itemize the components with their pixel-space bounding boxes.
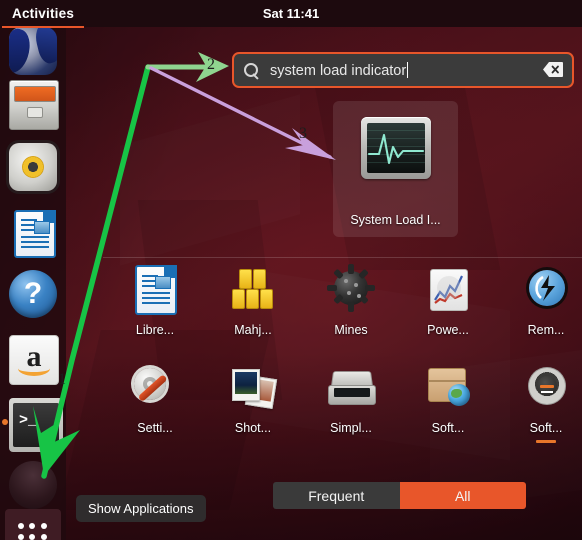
annotation-number-3: 3 [299,125,307,142]
text-cursor [407,61,409,78]
tab-frequent-label: Frequent [308,487,365,504]
dock-item-amazon[interactable]: a [9,335,59,385]
tab-frequent[interactable]: Frequent [273,482,400,509]
page-indicator[interactable] [536,440,556,443]
activities-button[interactable]: Activities [2,2,85,28]
power-statistics-icon [420,264,476,320]
app-item-software-center[interactable]: Soft... [404,362,492,435]
activities-underline [2,26,85,28]
mines-icon [323,264,379,320]
app-item-software-updater[interactable]: Soft... [502,362,582,443]
app-label: Mines [334,323,368,337]
search-input-value-wrap: system load indicator [270,61,409,79]
dock: ? a >_ [0,27,66,540]
view-toggle: Frequent All [273,482,526,509]
desktop-overview-screen: Activities Sat 11:41 ? a >_ Show Applica… [0,0,582,540]
firefox-icon [9,27,57,75]
dock-item-libreoffice[interactable] [9,207,57,258]
dock-item-rhythmbox[interactable] [9,143,57,191]
software-updater-icon [518,362,574,418]
music-player-icon [9,143,57,191]
libreoffice-writer-icon [9,207,57,258]
tab-all-label: All [454,487,471,504]
shotwell-icon [225,362,281,418]
app-label: Soft... [529,421,563,435]
dock-item-files[interactable] [9,80,59,130]
tab-all[interactable]: All [399,482,526,509]
app-grid-icon [18,523,48,540]
dock-item-firefox[interactable] [9,27,57,75]
file-manager-icon [9,80,59,130]
app-label: Rem... [527,323,565,337]
unknown-app-icon [9,461,57,509]
app-item-mahjongg[interactable]: Mahj... [209,264,297,337]
dock-item-terminal[interactable]: >_ [2,398,63,452]
clock[interactable]: Sat 11:41 [0,6,582,21]
app-label: Simpl... [330,421,372,435]
show-applications-button[interactable] [5,509,61,540]
app-label: Libre... [135,323,175,337]
grid-divider [103,257,582,258]
activities-label: Activities [12,6,75,21]
app-grid: Libre... Mahj... Mines Powe... Rem... Se… [103,262,582,462]
app-item-simple-scan[interactable]: Simpl... [307,362,395,435]
dock-item-unknown[interactable] [9,461,57,509]
clear-backspace-icon [543,62,563,77]
result-label: System Load I... [350,213,441,227]
remmina-icon [518,264,574,320]
app-item-libreoffice[interactable]: Libre... [111,264,199,337]
system-load-indicator-result[interactable]: System Load I... [333,101,458,237]
app-label: Soft... [431,421,465,435]
clear-search-button[interactable] [543,62,563,77]
dock-item-help[interactable]: ? [9,270,57,318]
app-item-settings[interactable]: Setti... [111,362,199,435]
simple-scan-icon [323,362,379,418]
search-input[interactable]: system load indicator [232,52,574,88]
show-applications-tooltip: Show Applications [76,495,206,522]
annotation-number-2: 2 [207,56,215,73]
terminal-running-indicator [2,419,8,425]
search-input-value: system load indicator [270,62,407,79]
app-label: Powe... [427,323,469,337]
system-load-indicator-icon [361,117,431,179]
app-label: Setti... [137,421,173,435]
app-item-mines[interactable]: Mines [307,264,395,337]
annotation-number-1: 1 [58,371,66,388]
app-item-remmina[interactable]: Rem... [502,264,582,337]
app-label: Mahj... [234,323,272,337]
software-center-icon [420,362,476,418]
libreoffice-icon [127,264,183,320]
mahjongg-icon [225,264,281,320]
terminal-icon: >_ [9,398,63,452]
search-icon [244,62,259,80]
amazon-icon: a [9,335,59,385]
top-bar: Activities Sat 11:41 [0,0,582,28]
help-icon: ? [9,270,57,318]
settings-icon [127,362,183,418]
app-label: Shot... [234,421,272,435]
app-item-power-statistics[interactable]: Powe... [404,264,492,337]
app-item-shotwell[interactable]: Shot... [209,362,297,435]
